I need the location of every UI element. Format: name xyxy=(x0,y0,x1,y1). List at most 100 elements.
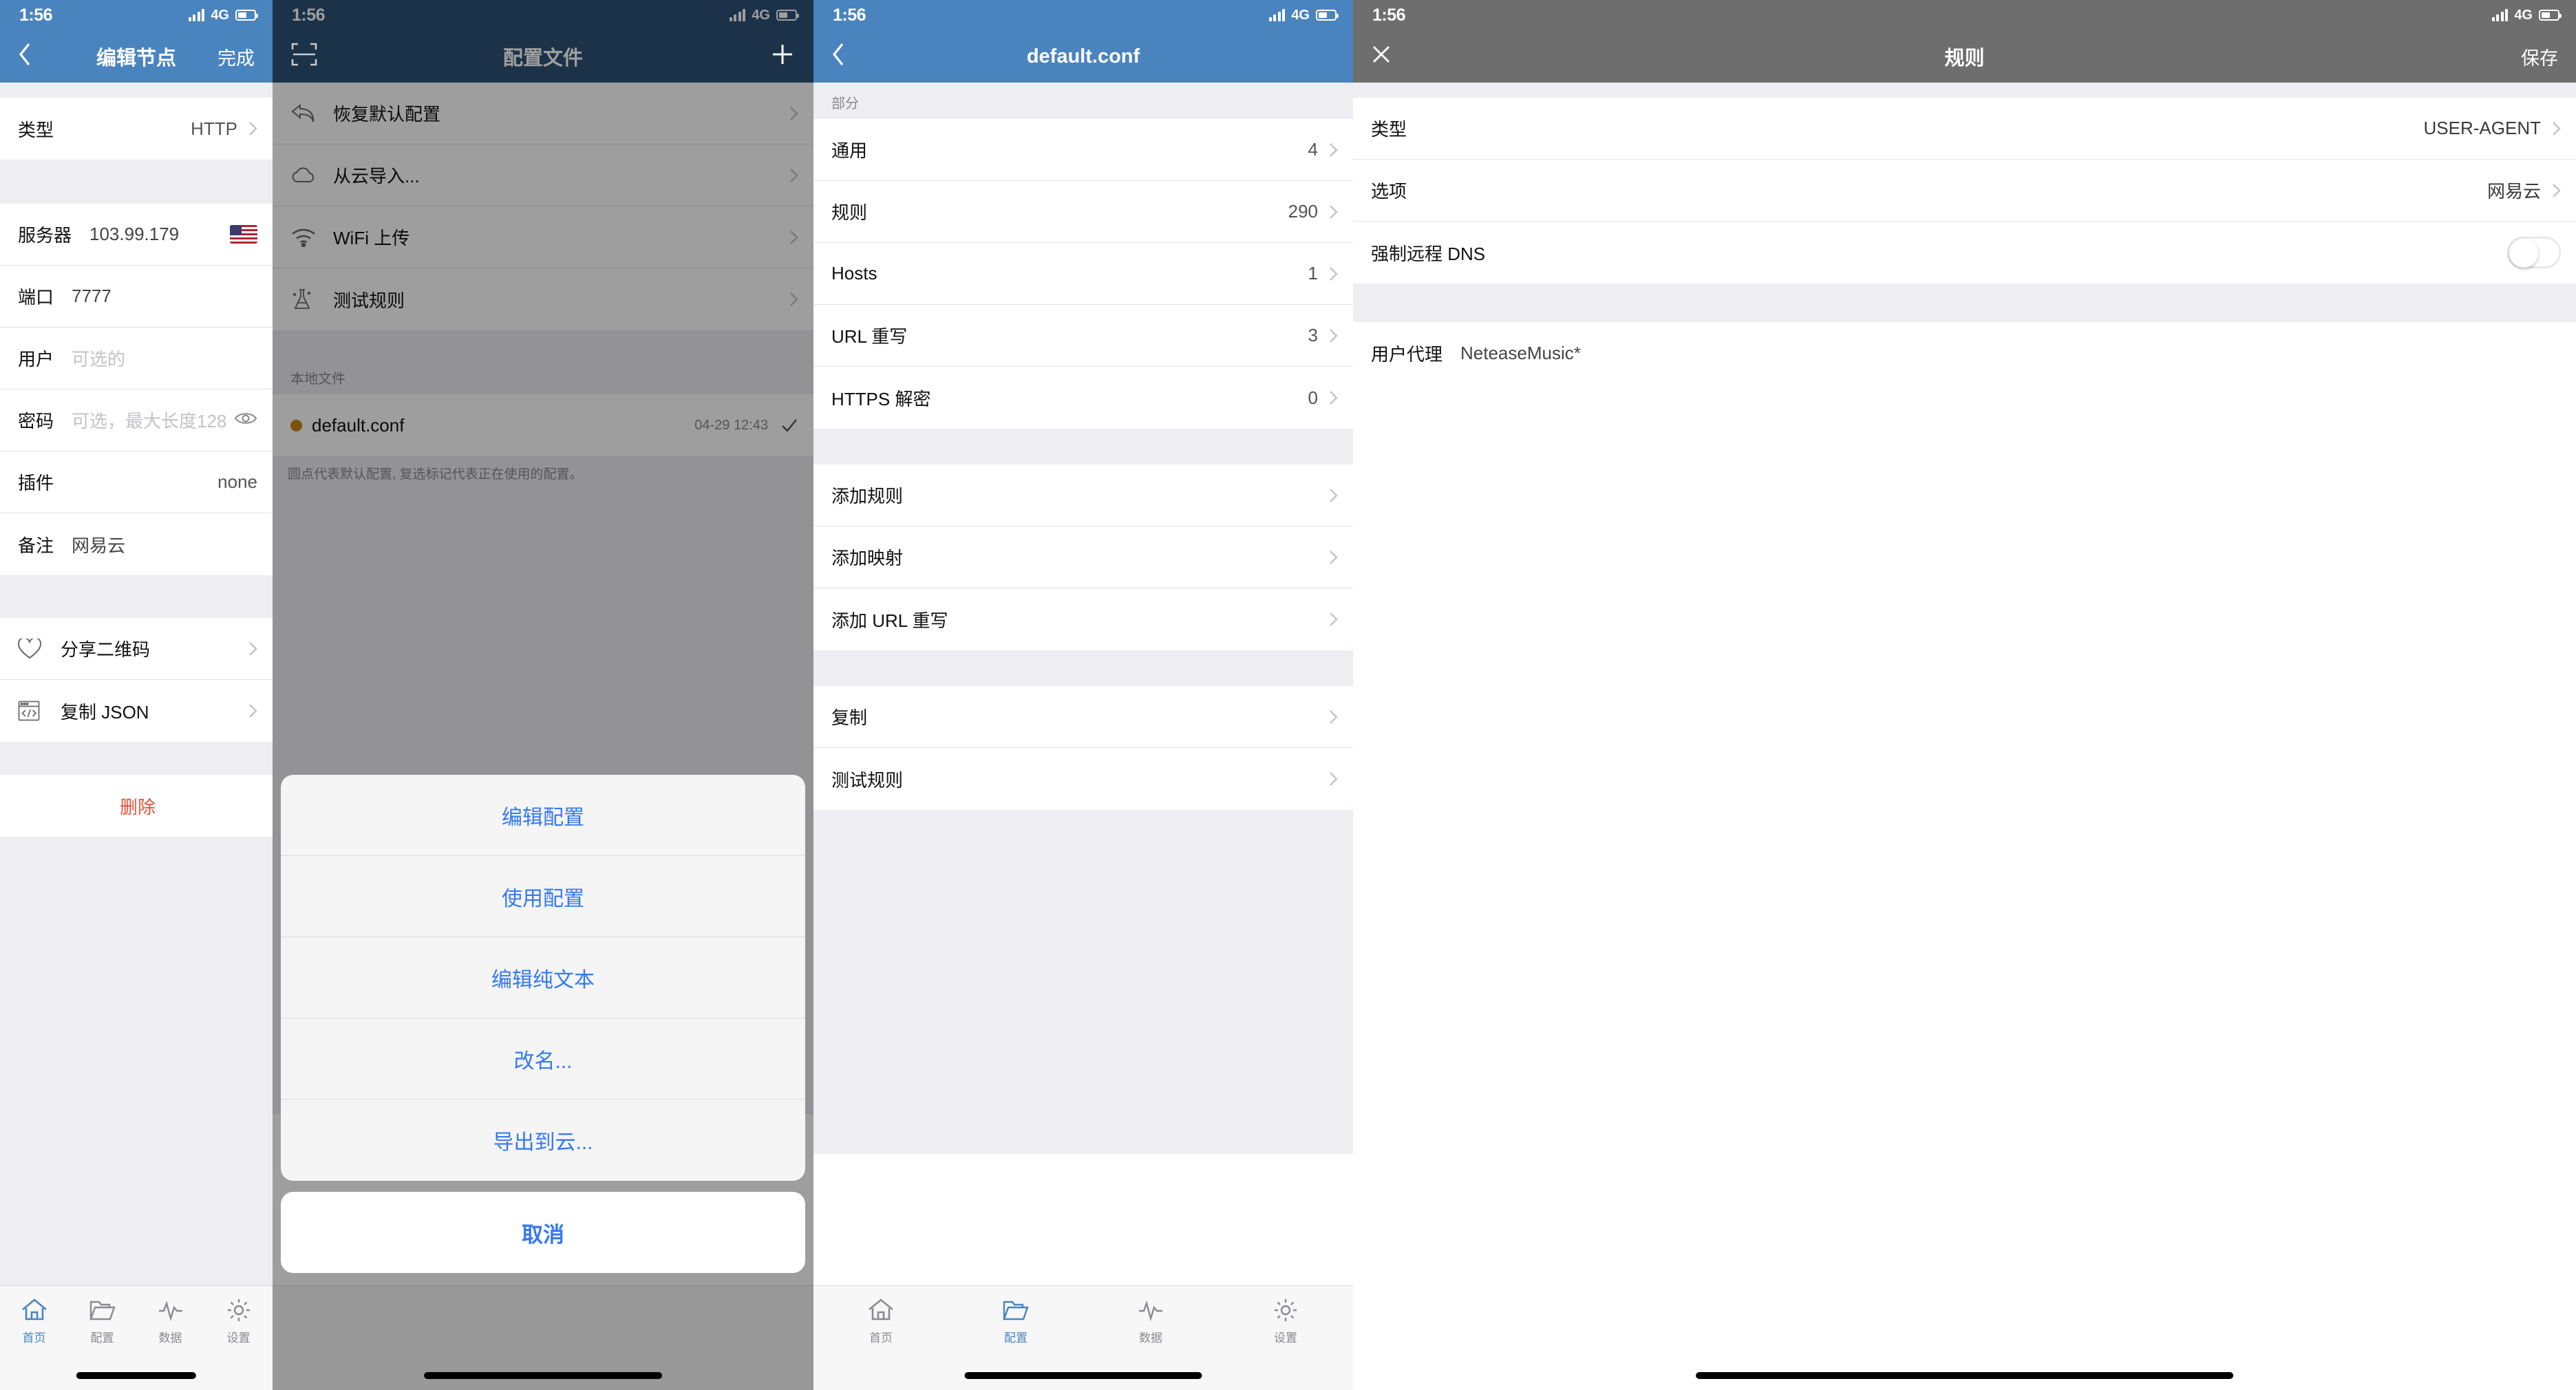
sheet-cancel-button[interactable]: 取消 xyxy=(281,1192,805,1273)
battery-icon xyxy=(2539,10,2562,21)
tab-label: 首页 xyxy=(22,1332,46,1345)
row-remark[interactable]: 备注 网易云 xyxy=(0,513,273,575)
row-rule-option[interactable]: 选项 网易云 xyxy=(1353,160,2576,222)
spacer xyxy=(813,429,1353,464)
row-count: 0 xyxy=(1308,387,1318,408)
scan-button[interactable] xyxy=(290,41,318,72)
close-button[interactable] xyxy=(1371,44,1392,70)
chevron-left-icon xyxy=(19,43,30,65)
plus-icon xyxy=(773,44,792,64)
user-agent-group: 用户代理 NeteaseMusic* xyxy=(1353,322,2576,384)
nav-bar: 配置文件 xyxy=(273,30,813,83)
sheet-rename[interactable]: 改名... xyxy=(281,1018,805,1100)
add-config-button[interactable] xyxy=(769,41,796,72)
action-add-rule[interactable]: 添加规则 xyxy=(813,464,1353,526)
section-row-https-decrypt[interactable]: HTTPS 解密 0 xyxy=(813,367,1353,429)
user-agent-input[interactable]: NeteaseMusic* xyxy=(1460,343,1581,364)
row-label: 添加 URL 重写 xyxy=(831,610,948,631)
status-indicators: 4G xyxy=(2491,8,2562,23)
flask-icon xyxy=(290,288,318,311)
status-indicators: 4G xyxy=(1268,8,1339,23)
sheet-edit-plaintext[interactable]: 编辑纯文本 xyxy=(281,937,805,1018)
network-type-label: 4G xyxy=(752,7,770,23)
port-input[interactable]: 7777 xyxy=(72,286,111,307)
action-add-mapping[interactable]: 添加映射 xyxy=(813,526,1353,588)
row-type[interactable]: 类型 HTTP xyxy=(0,98,273,160)
page-title: 规则 xyxy=(1944,47,1985,70)
tab-home[interactable]: 首页 xyxy=(0,1297,68,1345)
chevron-right-icon xyxy=(2553,121,2561,136)
menu-restore-default[interactable]: 恢复默认配置 xyxy=(273,83,813,145)
home-indicator xyxy=(964,1372,1202,1379)
page-title: 配置文件 xyxy=(502,47,583,70)
tab-config[interactable]: 配置 xyxy=(68,1297,136,1345)
row-label: 密码 xyxy=(18,411,54,431)
status-indicators: 4G xyxy=(188,8,258,23)
save-button[interactable]: 保存 xyxy=(2521,43,2558,70)
close-icon xyxy=(1373,45,1390,63)
row-plugin[interactable]: 插件 none xyxy=(0,451,273,513)
delete-button[interactable]: 删除 xyxy=(0,775,273,837)
menu-test-rules[interactable]: 测试规则 xyxy=(273,268,813,330)
row-label: 插件 xyxy=(18,473,54,493)
chevron-right-icon xyxy=(1330,550,1338,564)
heart-icon xyxy=(18,638,45,659)
action-add-url-rewrite[interactable]: 添加 URL 重写 xyxy=(813,588,1353,650)
action-copy[interactable]: 复制 xyxy=(813,686,1353,748)
row-user-agent[interactable]: 用户代理 NeteaseMusic* xyxy=(1353,322,2576,384)
sheet-use-config[interactable]: 使用配置 xyxy=(281,856,805,937)
row-copy-json[interactable]: 复制 JSON xyxy=(0,680,273,742)
tab-settings[interactable]: 设置 xyxy=(1218,1297,1353,1345)
signal-icon xyxy=(188,9,205,21)
sheet-export-to-cloud[interactable]: 导出到云... xyxy=(281,1100,805,1181)
section-row-general[interactable]: 通用 4 xyxy=(813,119,1353,181)
scan-icon xyxy=(291,43,317,65)
back-button[interactable] xyxy=(831,42,845,72)
password-input[interactable]: 可选，最大长度128 xyxy=(72,407,226,433)
tab-data[interactable]: 数据 xyxy=(136,1297,204,1345)
file-row-default-conf[interactable]: default.conf 04-29 12:43 xyxy=(273,394,813,456)
action-test-rules[interactable]: 测试规则 xyxy=(813,748,1353,810)
tab-data[interactable]: 数据 xyxy=(1083,1297,1218,1345)
section-row-rules[interactable]: 规则 290 xyxy=(813,181,1353,243)
spacer xyxy=(0,837,273,1318)
chevron-right-icon xyxy=(1330,709,1338,724)
tab-home[interactable]: 首页 xyxy=(813,1297,948,1345)
menu-import-from-cloud[interactable]: 从云导入... xyxy=(273,145,813,206)
us-flag-icon xyxy=(230,225,257,244)
status-bar: 1:56 4G xyxy=(813,0,1353,30)
remark-input[interactable]: 网易云 xyxy=(72,532,125,557)
back-button[interactable] xyxy=(18,42,32,72)
server-input[interactable]: 103.99.179 xyxy=(89,224,179,245)
user-input[interactable]: 可选的 xyxy=(72,345,125,371)
sheet-edit-config[interactable]: 编辑配置 xyxy=(281,775,805,856)
chevron-right-icon xyxy=(249,704,257,718)
done-button[interactable]: 完成 xyxy=(217,43,255,70)
row-password[interactable]: 密码 可选，最大长度128 xyxy=(0,389,273,451)
row-value: USER-AGENT xyxy=(2423,118,2541,138)
action-sheet: 编辑配置 使用配置 编辑纯文本 改名... 导出到云... 取消 xyxy=(281,775,805,1273)
tab-label: 数据 xyxy=(1139,1332,1162,1345)
status-clock: 1:56 xyxy=(19,5,53,25)
section-row-hosts[interactable]: Hosts 1 xyxy=(813,243,1353,305)
pulse-icon xyxy=(158,1301,182,1322)
force-remote-dns-toggle[interactable] xyxy=(2507,237,2561,268)
menu-wifi-upload[interactable]: WiFi 上传 xyxy=(273,206,813,268)
rule-fields-group: 类型 USER-AGENT 选项 网易云 强制远程 DNS xyxy=(1353,98,2576,284)
tab-config[interactable]: 配置 xyxy=(948,1297,1083,1345)
tab-settings[interactable]: 设置 xyxy=(204,1297,273,1345)
tab-bar xyxy=(273,1285,813,1390)
row-rule-type[interactable]: 类型 USER-AGENT xyxy=(1353,98,2576,160)
row-force-remote-dns[interactable]: 强制远程 DNS xyxy=(1353,222,2576,284)
file-name: default.conf xyxy=(312,414,405,436)
reveal-password-button[interactable] xyxy=(234,410,257,430)
signal-icon xyxy=(729,9,746,21)
row-server[interactable]: 服务器 103.99.179 xyxy=(0,204,273,266)
chevron-right-icon xyxy=(249,641,257,656)
row-share-qrcode[interactable]: 分享二维码 xyxy=(0,618,273,680)
row-label: Hosts xyxy=(831,263,877,284)
row-count: 1 xyxy=(1308,263,1318,284)
row-port[interactable]: 端口 7777 xyxy=(0,266,273,328)
row-user[interactable]: 用户 可选的 xyxy=(0,328,273,389)
section-row-url-rewrite[interactable]: URL 重写 3 xyxy=(813,305,1353,367)
